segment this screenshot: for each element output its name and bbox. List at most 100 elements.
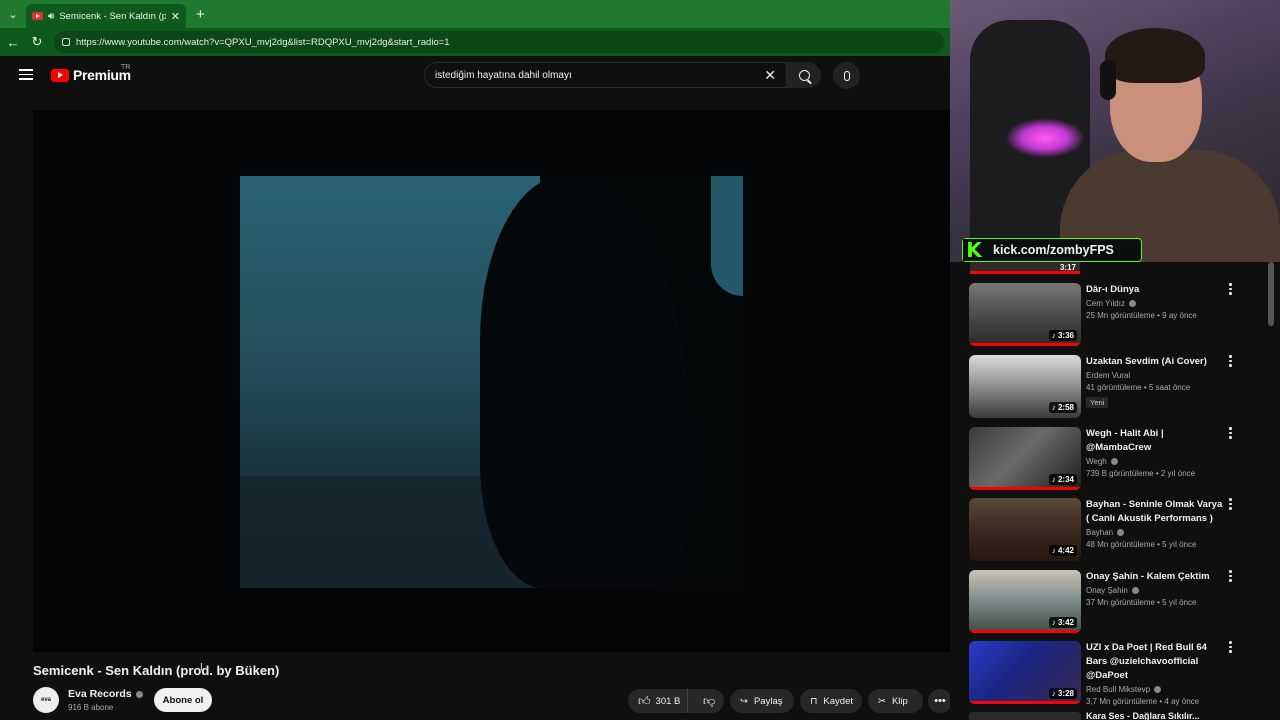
thumbs-down-icon: 👎︎ [703,693,716,708]
browser-tab-bar: ⌄ 🔊︎ Semicenk - Sen Kaldın (prod. ✕ + [0,0,950,28]
recommendation-stats: 37 Mn görüntüleme • 5 yıl önce [1086,598,1197,607]
recommendation-item[interactable]: ♪ 2:58 Uzaktan Sevdim (Ai Cover) Erdem V… [969,355,1259,421]
video-title: Semicenk - Sen Kaldın (prod. by Büken) [33,663,280,678]
video-thumbnail[interactable] [969,712,1081,720]
tab-list-chevron-icon[interactable]: ⌄ [0,0,26,28]
recommendation-title: Kara Ses - Dağlara Sıkılır... [1086,711,1200,720]
sidebar-scrollbar[interactable] [1268,262,1274,326]
video-frame [240,176,743,588]
address-bar-row: ← ↻ https://www.youtube.com/watch?v=QPXU… [0,28,950,56]
scissors-icon: ✂ [878,695,886,707]
speaker-icon[interactable]: 🔊︎ [48,11,54,22]
channel-name[interactable]: Eva Records [68,688,143,700]
video-duration: ♪ 2:34 [1048,474,1077,485]
recommendation-channel: Cem Yıldız [1086,299,1226,308]
video-thumbnail[interactable]: ♪ 3:36 [969,283,1081,346]
channel-avatar[interactable]: eva [33,687,59,713]
search-icon [798,69,810,81]
verified-icon [1128,300,1136,308]
region-code: TR [121,64,131,71]
new-tab-icon[interactable]: + [196,6,205,23]
more-vertical-icon[interactable] [1229,641,1232,653]
video-duration: ♪ 3:36 [1048,330,1077,341]
more-vertical-icon[interactable] [1229,570,1232,582]
browser-tab-active[interactable]: 🔊︎ Semicenk - Sen Kaldın (prod. ✕ [26,4,186,28]
search-input[interactable]: istediğim hayatına dahil olmayı ✕ [424,62,787,88]
microphone-icon [843,70,850,81]
verified-icon [1154,686,1162,694]
kick-url: kick.com/zombyFPS [993,243,1114,257]
video-duration: ♪ 2:58 [1048,402,1077,413]
youtube-favicon-icon [32,12,43,20]
recommendation-channel: Erdem Vural [1086,371,1131,380]
text-cursor-icon: I [200,662,203,673]
watch-progress-bar [969,343,1081,346]
verified-icon [1110,458,1118,466]
verified-icon [1131,587,1139,595]
dislike-button[interactable]: 👎︎ [694,694,724,709]
recommendation-item[interactable]: ♪ 4:42 Bayhan - Seninle Olmak Varya ( Ca… [969,498,1259,564]
streamer-webcam [950,0,1280,262]
channel-name-text: Eva Records [68,688,132,700]
video-thumbnail[interactable]: ♪ 3:42 [969,570,1081,633]
recommendation-stats: 41 görüntüleme • 5 saat önce [1086,383,1191,392]
watch-progress-bar [969,487,1081,490]
more-vertical-icon[interactable] [1229,355,1232,367]
more-vertical-icon[interactable] [1229,283,1232,295]
partial-recommendation-thumb[interactable]: 3:17 [970,262,1080,274]
partial-recommendation-item[interactable]: Kara Ses - Dağlara Sıkılır... [969,711,1259,720]
hamburger-menu-icon[interactable] [19,69,33,80]
recommendation-item[interactable]: ♪ 2:34 Wegh - Halit Abi | @MambaCrew Weg… [969,427,1259,493]
like-button[interactable]: 👍︎ 301 B [628,689,689,713]
url-field[interactable]: https://www.youtube.com/watch?v=QPXU_mvj… [54,31,944,53]
subscribe-button[interactable]: Abone ol [154,688,212,712]
recommendation-title: Wegh - Halit Abi | @MambaCrew [1086,428,1164,453]
recommendation-title: Uzaktan Sevdim (Ai Cover) [1086,356,1207,367]
youtube-premium-logo[interactable]: Premium TR [51,64,131,83]
video-player[interactable] [33,110,950,652]
clear-search-icon[interactable]: ✕ [764,67,776,84]
new-badge: Yeni [1086,397,1109,408]
reload-icon[interactable]: ↻ [30,34,44,50]
recommendation-channel: Red Bull Mikstevp [1086,685,1226,694]
webcam-headphones [1100,60,1116,100]
bookmark-icon: ⊓ [810,695,818,707]
recommendation-item[interactable]: ♪ 3:28 UZI x Da Poet | Red Bull 64 Bars … [969,641,1259,707]
recommendation-stats: 3,7 Mn görüntüleme • 4 ay önce [1086,697,1200,706]
voice-search-button[interactable] [833,62,860,89]
url-text: https://www.youtube.com/watch?v=QPXU_mvj… [76,36,450,48]
video-duration: ♪ 3:42 [1048,617,1077,628]
more-actions-button[interactable]: ••• [928,689,952,713]
site-info-icon[interactable] [62,38,70,46]
recommendation-item[interactable]: ♪ 3:42 Onay Şahin - Kalem Çektim Onay Şa… [969,570,1259,636]
clip-label: Klip [891,695,908,707]
video-duration: ♪ 3:28 [1048,688,1077,699]
share-arrow-icon: ↪ [740,695,748,707]
save-button[interactable]: ⊓ Kaydet [800,689,862,713]
recommendation-channel: Wegh [1086,457,1226,466]
search-button[interactable] [787,62,821,88]
video-thumbnail[interactable]: ♪ 4:42 [969,498,1081,561]
recommendation-channel: Onay Şahin [1086,586,1226,595]
share-button[interactable]: ↪ Paylaş [730,689,794,713]
video-thumbnail[interactable]: ♪ 2:58 [969,355,1081,418]
subscriber-count: 916 B abone [68,703,114,712]
back-arrow-icon[interactable]: ← [6,35,20,50]
more-vertical-icon[interactable] [1229,427,1232,439]
close-tab-icon[interactable]: ✕ [171,10,180,23]
video-thumbnail[interactable]: ♪ 2:34 [969,427,1081,490]
webcam-neon-light [1005,118,1085,158]
recommendation-channel: Bayhan [1086,528,1226,537]
watch-progress-bar [969,701,1081,704]
thumbs-up-icon: 👍︎ [638,693,651,708]
clip-button[interactable]: ✂ Klip [868,689,923,713]
recommendation-title: Dâr-ı Dünya [1086,284,1140,295]
recommendation-item[interactable]: ♪ 3:36 Dâr-ı Dünya Cem Yıldız 25 Mn görü… [969,283,1259,349]
more-vertical-icon[interactable] [1229,498,1232,510]
youtube-play-icon [51,68,69,82]
recommendation-stats: 25 Mn görüntüleme • 9 ay önce [1086,311,1197,320]
verified-icon [1117,529,1125,537]
video-thumbnail[interactable]: ♪ 3:28 [969,641,1081,704]
video-duration: 3:17 [1059,263,1076,272]
avatar-text: eva [40,697,51,703]
